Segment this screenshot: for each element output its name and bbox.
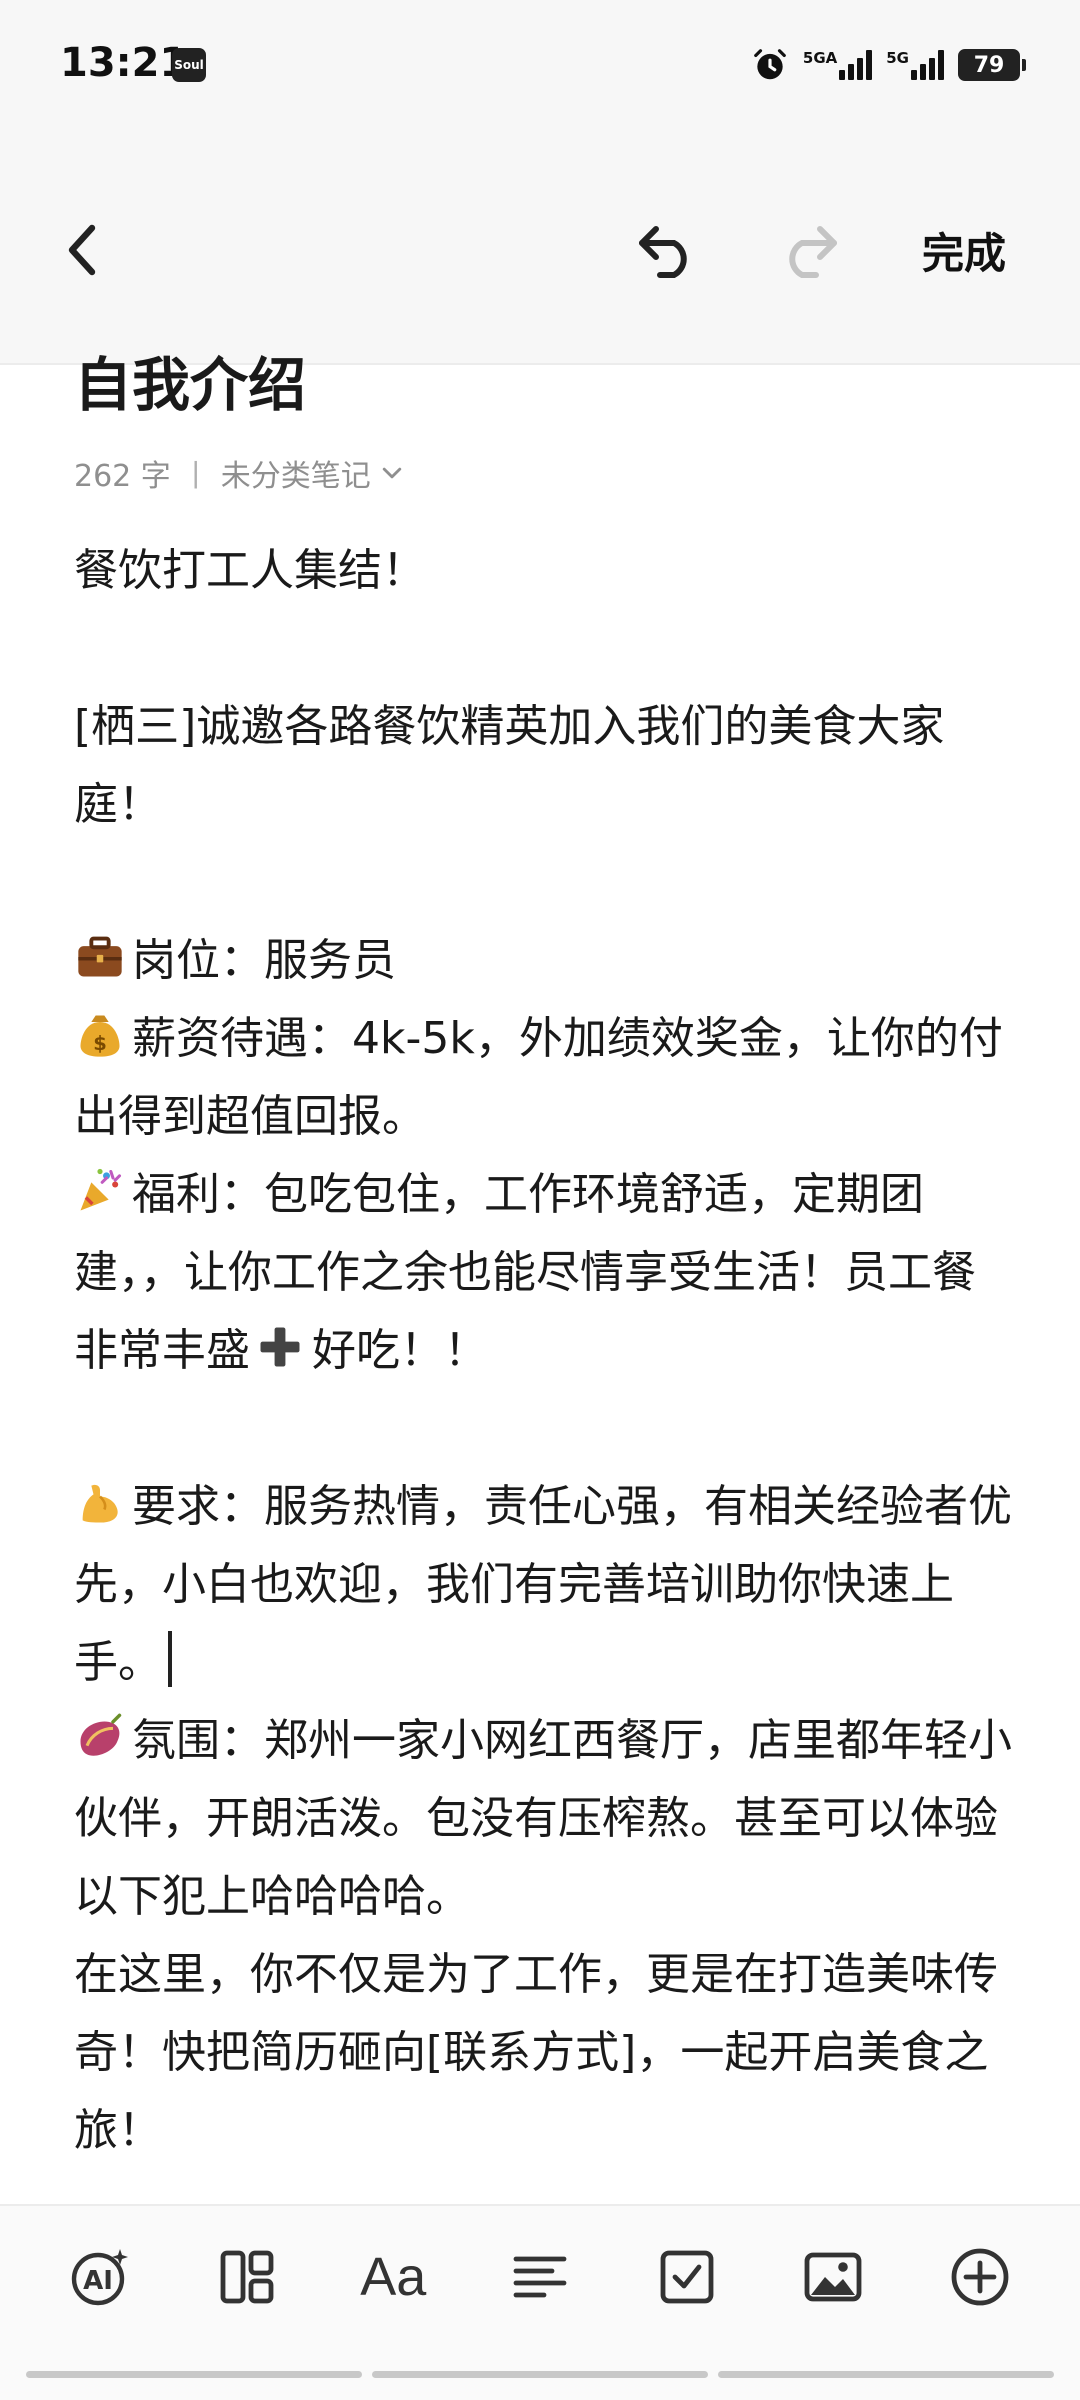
sweet-potato-icon (80, 1713, 122, 1756)
add-icon (951, 2248, 1009, 2306)
font-button[interactable]: Aa (353, 2237, 433, 2317)
paragraph: 岗位：服务员 (74, 922, 1014, 1000)
signal-group-1: 5GA (802, 49, 873, 80)
signal-icon (839, 50, 873, 80)
svg-text:$: $ (93, 1032, 107, 1055)
category-selector[interactable]: 未分类笔记 (221, 451, 405, 495)
paragraph: 氛围：郑州一家小网红西餐厅，店里都年轻小伙伴，开朗活泼。包没有压榨熬。甚至可以体… (74, 1702, 1014, 1936)
status-time: 13:21 (60, 40, 188, 86)
alarm-icon (754, 49, 786, 80)
gesture-segment (372, 2371, 708, 2378)
text-cursor (168, 1631, 172, 1687)
paragraph-text: 薪资待遇：4k-5k，外加绩效奖金，让你的付出得到超值回报。 (74, 1013, 1003, 1142)
checkbox-icon (660, 2250, 714, 2304)
top-toolbar: 完成 (0, 130, 1080, 365)
flexed-biceps-icon (82, 1484, 118, 1523)
align-button[interactable] (500, 2237, 580, 2317)
paragraph: [栖三]诚邀各路餐饮精英加入我们的美食大家庭！ (74, 701, 945, 830)
chevron-left-icon (68, 224, 96, 276)
paragraph: 在这里，你不仅是为了工作，更是在打造美味传奇！快把简历砸向[联系方式]，一起开启… (74, 1949, 998, 2156)
meta-separator: 丨 (180, 459, 211, 494)
screen: 13:21 Soul 5GA 5G 79 完成 自我介绍 262 字 丨 未分类… (0, 0, 1080, 2400)
gesture-segment (718, 2371, 1054, 2378)
done-button[interactable]: 完成 (922, 200, 1006, 300)
status-indicators: 5GA 5G 79 (751, 40, 1026, 90)
party-popper-icon (80, 1168, 122, 1211)
image-button[interactable] (793, 2237, 873, 2317)
paragraph: $ 薪资待遇：4k-5k，外加绩效奖金，让你的付出得到超值回报。 (74, 1000, 1014, 1156)
chevron-down-icon (382, 467, 402, 479)
note-content: 自我介绍 262 字 丨 未分类笔记 餐饮打工人集结！ [栖三]诚邀各路餐饮精英… (74, 340, 1014, 2170)
soul-app-icon: Soul (172, 48, 206, 82)
status-bar: 13:21 Soul 5GA 5G 79 (0, 0, 1080, 130)
briefcase-icon (78, 936, 122, 977)
category-label: 未分类笔记 (220, 459, 371, 494)
paragraph-text: 好吃！！ (312, 1325, 488, 1376)
layout-button[interactable] (207, 2237, 287, 2317)
word-count: 262 字 (74, 459, 171, 494)
checklist-button[interactable] (647, 2237, 727, 2317)
gesture-bar (0, 2371, 1080, 2378)
undo-button[interactable] (636, 200, 706, 300)
money-bag-icon: $ (80, 1015, 120, 1057)
ai-button[interactable]: AI (60, 2237, 140, 2317)
layout-icon (220, 2250, 274, 2304)
bottom-toolbar: AI Aa (0, 2204, 1080, 2400)
redo-button[interactable] (776, 200, 846, 300)
paragraph-text: 氛围：郑州一家小网红西餐厅，店里都年轻小伙伴，开朗活泼。包没有压榨熬。甚至可以体… (74, 1715, 1012, 1922)
add-button[interactable] (940, 2237, 1020, 2317)
signal-icon (911, 50, 944, 80)
gesture-segment (26, 2371, 362, 2378)
paragraph: 要求：服务热情，责任心强，有相关经验者优先，小白也欢迎，我们有完善培训助你快速上… (74, 1468, 1014, 1702)
signal-group-2: 5G (886, 50, 944, 80)
undo-icon (639, 226, 687, 278)
paragraph: 福利：包吃包住，工作环境舒适，定期团建，，让你工作之余也能尽情享受生活！员工餐非… (74, 1156, 1014, 1390)
network-label-1: 5GA (802, 49, 838, 67)
tool-row: AI Aa (60, 2232, 1020, 2322)
paragraph: 餐饮打工人集结！ (74, 545, 426, 596)
paragraph-text: 要求：服务热情，责任心强，有相关经验者优先，小白也欢迎，我们有完善培训助你快速上… (74, 1481, 1012, 1688)
network-label-2: 5G (886, 49, 909, 67)
note-title[interactable]: 自我介绍 (74, 340, 1014, 430)
back-button[interactable] (62, 200, 118, 300)
redo-icon (789, 226, 837, 278)
image-icon (804, 2252, 862, 2302)
plus-icon (260, 1327, 300, 1367)
align-icon (513, 2256, 567, 2298)
note-body-editor[interactable]: 餐饮打工人集结！ [栖三]诚邀各路餐饮精英加入我们的美食大家庭！ 岗位：服务员 … (74, 532, 1014, 2170)
paragraph-text: 岗位：服务员 (132, 935, 396, 986)
svg-text:AI: AI (83, 2266, 113, 2296)
paragraph-text: 福利：包吃包住，工作环境舒适，定期团建，，让你工作之余也能尽情享受生活！员工餐非… (74, 1169, 976, 1376)
ai-icon: AI (71, 2249, 128, 2306)
note-meta: 262 字 丨 未分类笔记 (74, 448, 1014, 498)
battery-icon: 79 (958, 49, 1026, 81)
